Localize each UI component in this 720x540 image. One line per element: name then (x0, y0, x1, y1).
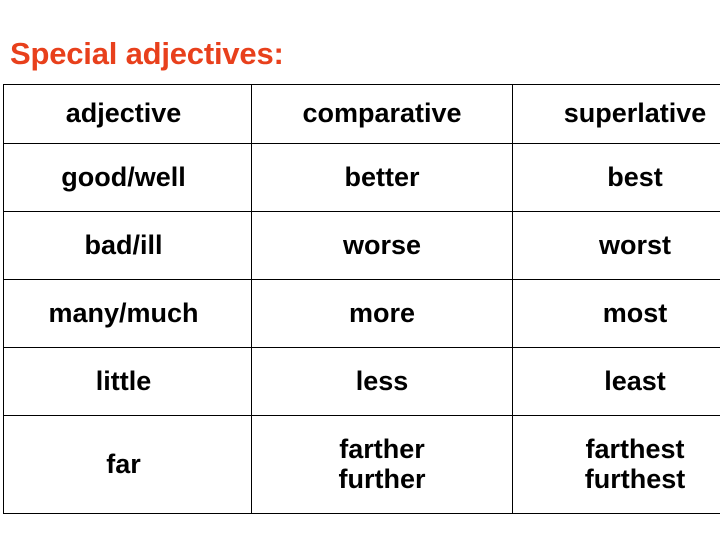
cell-comparative-line-2: further (338, 463, 426, 494)
cell-comparative: less (251, 347, 513, 416)
cell-adjective: good/well (3, 143, 252, 212)
cell-superlative: worst (512, 211, 720, 280)
cell-adjective: bad/ill (3, 211, 252, 280)
header-cell-adjective: adjective (3, 84, 252, 144)
cell-comparative: better (251, 143, 513, 212)
cell-adjective: many/much (3, 279, 252, 348)
cell-comparative: more (251, 279, 513, 348)
cell-superlative-line-2: furthest (584, 463, 686, 494)
table-row: many/much more most (3, 279, 720, 348)
cell-comparative: farther further (251, 415, 513, 514)
header-cell-superlative: superlative (512, 84, 720, 144)
table-row: good/well better best (3, 143, 720, 212)
cell-comparative-line-1: farther (339, 434, 425, 465)
cell-adjective: little (3, 347, 252, 416)
header-cell-comparative: comparative (251, 84, 513, 144)
cell-comparative: worse (251, 211, 513, 280)
cell-superlative-line-1: farthest (585, 434, 685, 465)
special-adjectives-table: adjective comparative superlative good/w… (3, 84, 720, 514)
table-row: bad/ill worse worst (3, 211, 720, 280)
cell-superlative: least (512, 347, 720, 416)
table-header-row: adjective comparative superlative (3, 84, 720, 144)
table-row: far farther further farthest furthest (3, 415, 720, 514)
cell-superlative: best (512, 143, 720, 212)
cell-superlative: most (512, 279, 720, 348)
cell-adjective: far (3, 415, 252, 514)
table-row: little less least (3, 347, 720, 416)
page-title: Special adjectives: (10, 36, 284, 71)
cell-superlative: farthest furthest (512, 415, 720, 514)
slide-canvas: Special adjectives: adjective comparativ… (0, 0, 720, 540)
